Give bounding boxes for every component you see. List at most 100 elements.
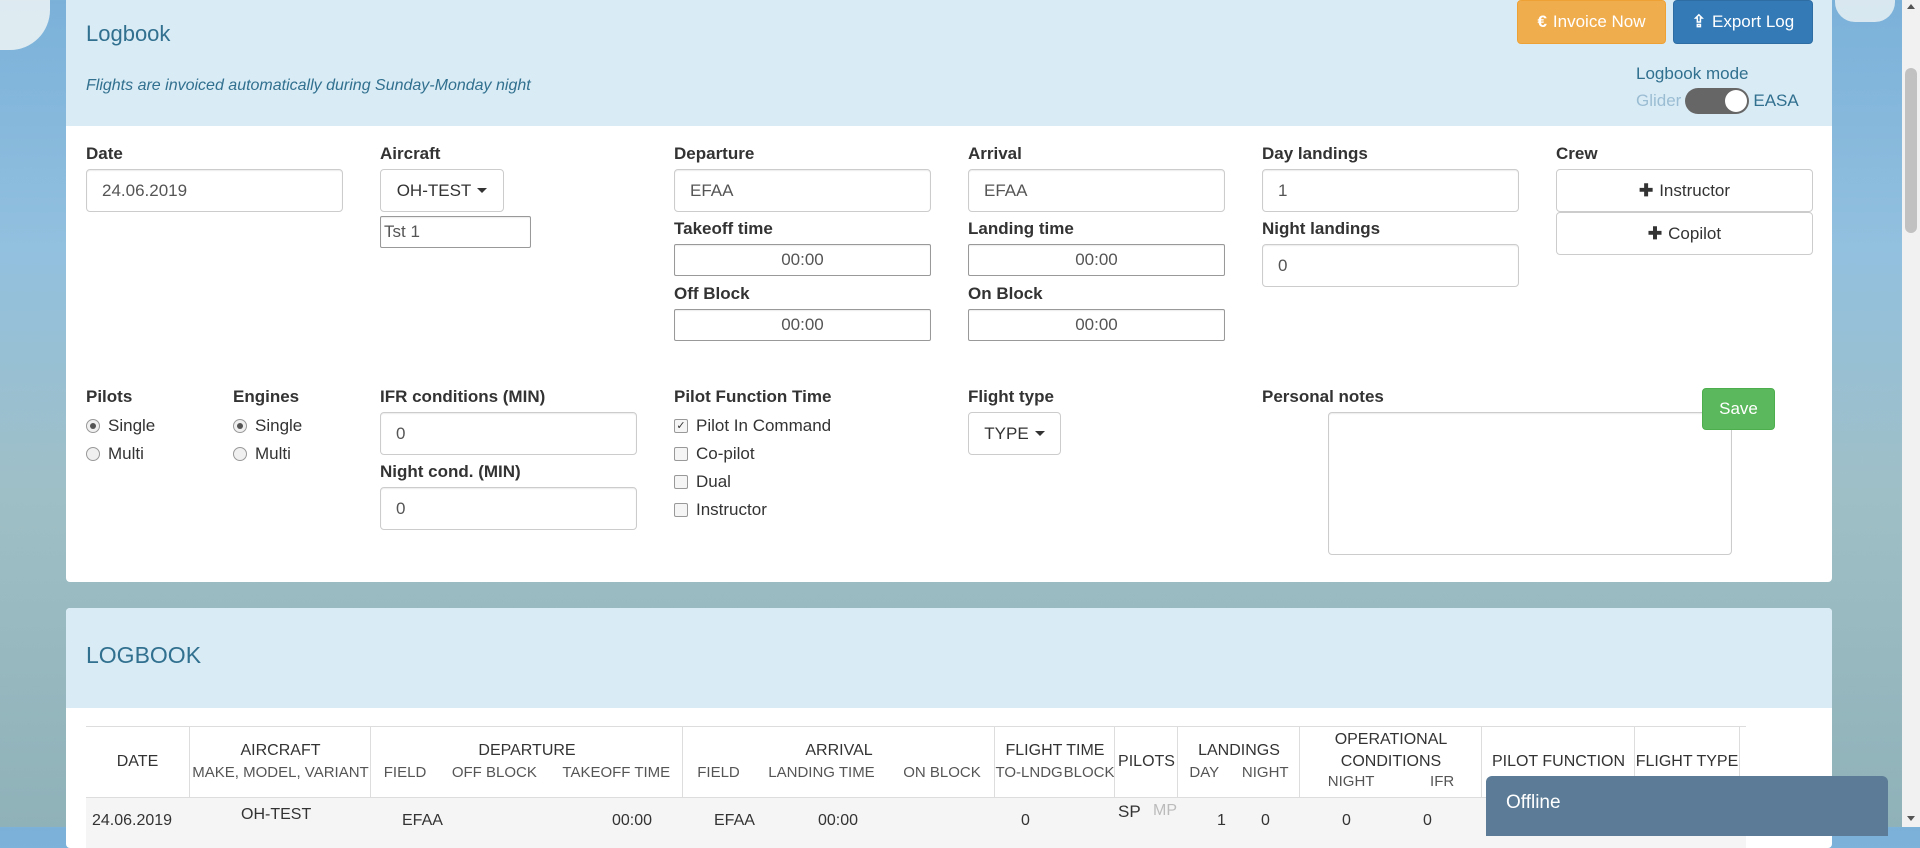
landing-time-label: Landing time: [968, 219, 1074, 238]
arrival-input[interactable]: EFAA: [968, 169, 1225, 212]
save-button[interactable]: Save: [1702, 388, 1775, 430]
personal-notes-textarea[interactable]: [1328, 412, 1732, 555]
date-input[interactable]: 24.06.2019: [86, 169, 343, 212]
col-departure: DEPARTURE FIELD OFF BLOCK TAKEOFF TIME: [370, 727, 683, 797]
invoice-now-button[interactable]: € Invoice Now: [1517, 0, 1666, 44]
instructor-checkbox[interactable]: Instructor: [674, 500, 767, 520]
col-landings: LANDINGS DAY NIGHT: [1177, 727, 1300, 797]
background-cloud: [1835, 0, 1895, 22]
export-log-label: Export Log: [1712, 12, 1795, 31]
add-instructor-label: Instructor: [1659, 180, 1731, 200]
ifr-label: IFR conditions (MIN): [380, 387, 546, 406]
mode-easa-label: EASA: [1753, 91, 1799, 110]
plus-icon: ✚: [1647, 223, 1663, 243]
dual-label: Dual: [696, 472, 731, 491]
takeoff-time-label: Takeoff time: [674, 219, 773, 238]
col-date-label: DATE: [116, 753, 159, 770]
radio-checked-icon: [233, 419, 247, 433]
logbook-title: LOGBOOK: [86, 642, 202, 668]
arrival-label: Arrival: [968, 144, 1022, 163]
col-pilots: PILOTS: [1114, 727, 1178, 797]
scroll-up-icon[interactable]: [1907, 4, 1915, 9]
add-copilot-label: Copilot: [1668, 223, 1722, 243]
col-landings-day: DAY: [1189, 764, 1220, 781]
page-scrollbar[interactable]: [1902, 0, 1920, 827]
pilots-single-radio[interactable]: Single: [86, 416, 155, 436]
col-arrival: ARRIVAL FIELD LANDING TIME ON BLOCK: [682, 727, 995, 797]
dual-checkbox[interactable]: Dual: [674, 472, 731, 492]
date-label: Date: [86, 144, 123, 163]
logbook-mode-toggle[interactable]: [1685, 88, 1750, 114]
row-dep-field: EFAA: [402, 812, 443, 829]
radio-unchecked-icon: [86, 447, 100, 461]
on-block-input[interactable]: 00:00: [968, 309, 1225, 341]
aircraft-dropdown[interactable]: OH-TEST: [380, 169, 504, 212]
flight-type-label: Flight type: [968, 387, 1054, 406]
flight-type-selected: TYPE: [984, 423, 1029, 443]
pic-checkbox[interactable]: ✓ Pilot In Command: [674, 416, 831, 436]
background-cloud: [0, 0, 50, 50]
row-op-ifr: 0: [1423, 812, 1432, 829]
row-landings-night: 0: [1261, 812, 1270, 829]
add-instructor-button[interactable]: ✚ Instructor: [1556, 169, 1813, 212]
day-landings-input[interactable]: 1: [1262, 169, 1519, 212]
row-date: 24.06.2019: [92, 812, 173, 829]
takeoff-time-input[interactable]: 00:00: [674, 244, 931, 276]
panel-heading: LOGBOOK: [66, 608, 1832, 708]
engines-single-radio[interactable]: Single: [233, 416, 302, 436]
aircraft-selected: OH-TEST: [396, 180, 472, 200]
landing-time-input[interactable]: 00:00: [968, 244, 1225, 276]
row-aircraft: OH-TEST: [241, 806, 312, 823]
export-log-button[interactable]: ⇪ Export Log: [1673, 0, 1813, 44]
departure-input[interactable]: EFAA: [674, 169, 931, 212]
col-aircraft-label: AIRCRAFT: [240, 742, 321, 759]
pic-label: Pilot In Command: [696, 416, 832, 435]
night-landings-input[interactable]: 0: [1262, 244, 1519, 287]
row-landings-day: 1: [1217, 812, 1226, 829]
ifr-input[interactable]: 0: [380, 412, 637, 455]
col-date: DATE: [86, 727, 189, 797]
col-op-ifr: IFR: [1430, 773, 1455, 790]
row-landing-time: 00:00: [818, 812, 859, 829]
mode-glider-label: Glider: [1636, 91, 1682, 110]
col-arr-onblock: ON BLOCK: [903, 764, 981, 781]
crew-label: Crew: [1556, 144, 1598, 163]
col-arrival-label: ARRIVAL: [805, 742, 873, 759]
night-cond-input[interactable]: 0: [380, 487, 637, 530]
col-flight-time: FLIGHT TIME TO-LNDG BLOCK: [994, 727, 1115, 797]
row-op-night: 0: [1342, 812, 1351, 829]
invoice-note: Flights are invoiced automatically durin…: [86, 77, 531, 94]
col-dep-field: FIELD: [383, 764, 427, 781]
col-arr-landing: LANDING TIME: [768, 764, 875, 781]
row-to-lndg: 0: [1021, 812, 1030, 829]
add-copilot-button[interactable]: ✚ Copilot: [1556, 212, 1813, 255]
scroll-down-icon[interactable]: [1907, 816, 1915, 821]
scrollbar-thumb[interactable]: [1905, 68, 1917, 233]
col-pilot-function-label: PILOT FUNCTION: [1491, 753, 1626, 770]
copilot-label: Co-pilot: [696, 444, 755, 463]
aircraft-label: Aircraft: [380, 144, 441, 163]
col-aircraft: AIRCRAFT MAKE, MODEL, VARIANT: [189, 727, 371, 797]
flight-type-dropdown[interactable]: TYPE: [968, 412, 1061, 455]
pilots-multi-label: Multi: [108, 444, 144, 463]
logbook-mode-label: Logbook mode: [1636, 64, 1749, 83]
checkbox-unchecked-icon: [674, 503, 688, 517]
row-pilots-mp: MP: [1153, 802, 1177, 819]
pilots-multi-radio[interactable]: Multi: [86, 444, 144, 464]
row-arr-field: EFAA: [714, 812, 755, 829]
day-landings-label: Day landings: [1262, 144, 1368, 163]
off-block-input[interactable]: 00:00: [674, 309, 931, 341]
export-icon: ⇪: [1691, 12, 1706, 31]
row-pilots-sp: SP: [1118, 802, 1141, 821]
col-arr-field: FIELD: [697, 764, 740, 781]
departure-label: Departure: [674, 144, 755, 163]
col-landings-label: LANDINGS: [1198, 742, 1280, 759]
copilot-checkbox[interactable]: Co-pilot: [674, 444, 755, 464]
col-landings-night: NIGHT: [1241, 764, 1289, 781]
chat-offline-widget[interactable]: Offline: [1486, 776, 1888, 836]
col-operational: OPERATIONAL CONDITIONS NIGHT IFR: [1299, 727, 1482, 797]
pilot-function-label: Pilot Function Time: [674, 387, 832, 406]
engines-multi-radio[interactable]: Multi: [233, 444, 291, 464]
aircraft-name-input[interactable]: Tst 1: [380, 216, 531, 248]
radio-unchecked-icon: [233, 447, 247, 461]
